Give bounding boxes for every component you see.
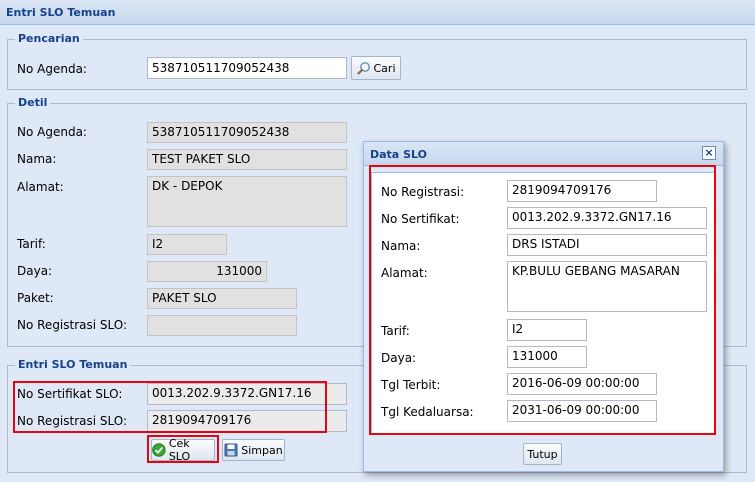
detil-alamat-field: DK - DEPOK	[147, 176, 347, 227]
detil-legend: Detil	[15, 96, 51, 110]
close-icon[interactable]: ×	[702, 146, 716, 160]
detil-paket-label: Paket:	[17, 291, 54, 305]
data-slo-dialog: Data SLO × No Registrasi: 2819094709176 …	[363, 141, 724, 472]
pencarian-legend: Pencarian	[15, 32, 83, 46]
dialog-title: Data SLO	[364, 142, 723, 166]
entri-legend: Entri SLO Temuan	[15, 358, 131, 372]
detil-no-registrasi-field	[147, 315, 297, 336]
cari-button-label: Cari	[373, 61, 396, 75]
detil-nama-label: Nama:	[17, 152, 57, 166]
entri-fields-highlight	[13, 381, 327, 433]
search-no-agenda-input[interactable]: 538710511709052438	[147, 57, 347, 79]
tutup-button[interactable]: Tutup	[523, 443, 562, 465]
magnifier-icon	[356, 62, 370, 75]
detil-tarif-field: I2	[147, 234, 227, 255]
window-title: Entri SLO Temuan	[0, 0, 755, 25]
detil-paket-field: PAKET SLO	[147, 288, 297, 309]
detil-tarif-label: Tarif:	[17, 237, 46, 251]
dialog-fields-highlight	[369, 165, 716, 435]
detil-nama-field: TEST PAKET SLO	[147, 149, 347, 170]
detil-no-agenda-label: No Agenda:	[17, 125, 87, 139]
cari-button[interactable]: Cari	[351, 56, 401, 80]
detil-daya-field: 131000	[147, 261, 267, 282]
search-no-agenda-label: No Agenda:	[17, 62, 87, 76]
simpan-label: Simpan	[241, 443, 283, 457]
detil-alamat-label: Alamat:	[17, 180, 64, 194]
cek-slo-highlight	[147, 435, 219, 463]
detil-no-agenda-field: 538710511709052438	[147, 122, 347, 143]
floppy-disk-icon	[224, 443, 238, 457]
detil-daya-label: Daya:	[17, 264, 53, 278]
detil-no-registrasi-label: No Registrasi SLO:	[17, 318, 128, 332]
simpan-button[interactable]: Simpan	[222, 439, 285, 461]
